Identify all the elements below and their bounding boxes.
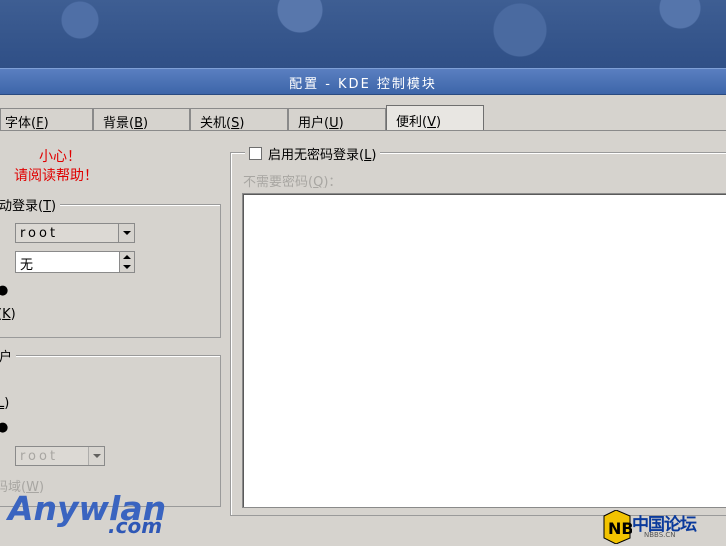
autologin-group: 动登录(T) root 无 ● (K) [0, 195, 221, 338]
user-group-legend: 户 [0, 346, 17, 365]
desktop-background [0, 0, 726, 68]
passwordless-group: 启用无密码登录(L) 不需要密码(Q)： [230, 144, 726, 516]
nb-forum-logo: NB 中国论坛 NBBS.CN [602, 508, 726, 546]
noneed-label: 不需要密码(Q)： [243, 175, 342, 190]
nb-logo-icon: NB [603, 510, 632, 544]
convenience-panel: 小心！ 请阅读帮助！ 动登录(T) root 无 ● (K) 户 L) ● ro… [0, 131, 726, 546]
radio-fragment-icon[interactable]: ● [0, 283, 8, 298]
warning-line-2: 请阅读帮助！ [14, 168, 98, 184]
tab-shutdown[interactable]: 关机(S) [190, 108, 288, 131]
chevron-down-icon[interactable] [88, 447, 104, 465]
noneed-user-list[interactable] [242, 193, 726, 508]
window-titlebar[interactable]: 配置 - KDE 控制模块 [0, 68, 726, 95]
chevron-down-icon[interactable] [118, 224, 134, 242]
tab-bar: 字体(F) 背景(B) 关机(S) 用户(U) 便利(V) [0, 105, 726, 132]
user-group-l-option[interactable]: L) [0, 396, 9, 411]
anywlan-logo: Anywlan .com [8, 489, 167, 538]
warning-line-1: 小心！ [39, 149, 81, 165]
tab-users[interactable]: 用户(U) [288, 108, 386, 131]
tab-background[interactable]: 背景(B) [93, 108, 190, 131]
passwordless-checkbox[interactable] [249, 147, 262, 160]
autologin-user-select[interactable]: root [15, 223, 135, 243]
tab-fonts[interactable]: 字体(F) [0, 108, 93, 131]
svg-text:NB: NB [608, 519, 632, 538]
user-group-user-select[interactable]: root [15, 446, 105, 466]
autologin-legend[interactable]: 动登录(T) [0, 195, 61, 214]
radio-fragment-icon[interactable]: ● [0, 420, 8, 435]
autologin-k-option[interactable]: (K) [0, 307, 16, 322]
user-group: 户 L) ● root 码域(W) [0, 346, 221, 507]
autologin-delay-spinbox[interactable]: 无 [15, 251, 135, 273]
tab-convenience[interactable]: 便利(V) [386, 105, 484, 132]
window-title: 配置 - KDE 控制模块 [289, 77, 437, 92]
spin-down-icon[interactable] [119, 262, 134, 272]
passwordless-legend[interactable]: 启用无密码登录(L) [245, 144, 381, 163]
